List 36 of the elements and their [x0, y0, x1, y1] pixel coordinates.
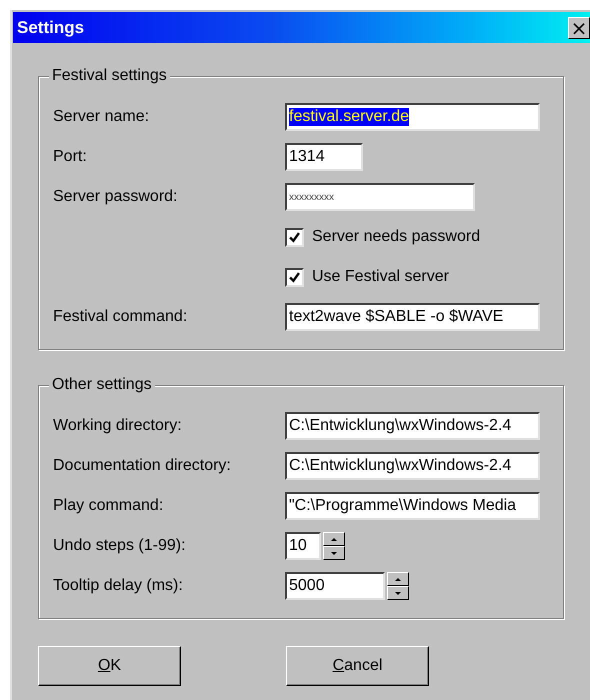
check-icon	[289, 232, 300, 242]
field-label: Port:	[53, 148, 88, 166]
spin-up-button[interactable]	[323, 532, 345, 546]
field-label: Play command:	[53, 497, 164, 515]
field-label: Tooltip delay (ms):	[53, 577, 184, 595]
checkbox[interactable]: Use Festival server	[285, 268, 553, 286]
field-label: Server password:	[53, 188, 178, 206]
dialog-button[interactable]: OK	[38, 646, 181, 686]
input-field[interactable]: C:\Entwicklung\wxWindows-2.4	[285, 412, 540, 440]
caret-up-icon	[395, 578, 401, 580]
field-label: Working directory:	[53, 417, 183, 435]
spin-down-button[interactable]	[323, 546, 345, 560]
input-field[interactable]: 10	[285, 532, 321, 560]
field-label: Server name:	[53, 108, 150, 126]
spin-up-button[interactable]	[387, 572, 409, 586]
input-field[interactable]: 1314	[285, 143, 363, 171]
group-title: Festival settings	[49, 67, 170, 85]
field-label: Festival command:	[53, 308, 188, 326]
input-field[interactable]: festival.server.de	[285, 103, 540, 131]
checkbox[interactable]: Server needs password	[285, 228, 553, 246]
caret-down-icon	[331, 552, 337, 554]
window-title: Settings	[16, 18, 84, 38]
input-field[interactable]: 5000	[285, 572, 385, 600]
field-label: Documentation directory:	[53, 457, 232, 475]
input-field[interactable]: text2wave $SABLE -o $WAVE	[285, 303, 540, 331]
caret-up-icon	[331, 538, 337, 540]
close-button[interactable]: ×	[568, 16, 590, 38]
input-field[interactable]: C:\Entwicklung\wxWindows-2.4	[285, 452, 540, 480]
field-label: Undo steps (1-99):	[53, 537, 187, 555]
caret-down-icon	[395, 592, 401, 594]
spin-down-button[interactable]	[387, 586, 409, 600]
password-field[interactable]: xxxxxxxxx	[285, 183, 475, 211]
dialog-button[interactable]: Cancel	[286, 646, 429, 686]
check-icon	[289, 272, 300, 282]
group-title: Other settings	[49, 376, 155, 394]
input-field[interactable]: "C:\Programme\Windows Media	[285, 492, 540, 520]
